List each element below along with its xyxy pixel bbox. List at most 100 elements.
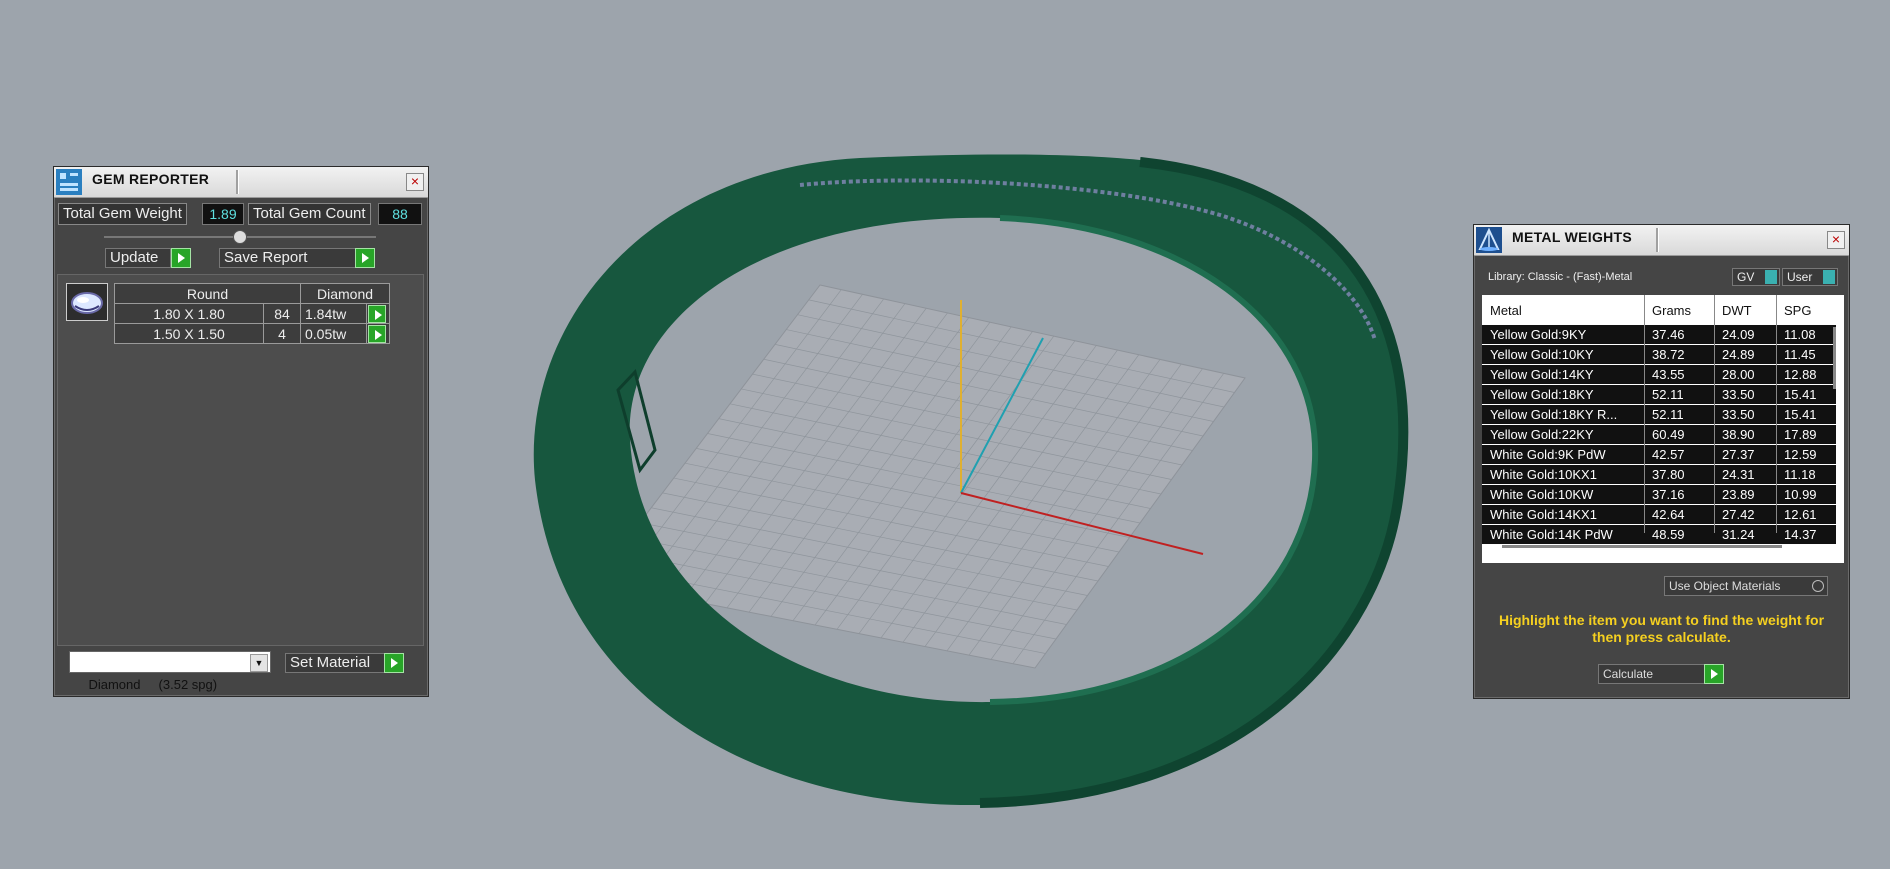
use-object-materials-toggle[interactable]: Use Object Materials [1664,576,1828,596]
metal-dwt: 31.24 [1722,527,1755,542]
metal-dwt: 28.00 [1722,367,1755,382]
table-row[interactable]: White Gold:14KX1 42.64 27.42 12.61 [1482,505,1836,524]
table-row[interactable]: Yellow Gold:18KY 52.11 33.50 15.41 [1482,385,1836,404]
metal-spg: 17.89 [1784,427,1817,442]
metal-dwt: 27.42 [1722,507,1755,522]
column-divider [1644,295,1645,533]
horizontal-scrollbar[interactable] [1502,545,1782,548]
metal-grams: 37.80 [1652,467,1685,482]
metal-grams: 52.11 [1652,407,1684,422]
metal-name: Yellow Gold:14KY [1490,367,1594,382]
user-label: User [1787,270,1813,284]
table-row[interactable]: Yellow Gold:14KY 43.55 28.00 12.88 [1482,365,1836,384]
metal-spg: 12.59 [1784,447,1817,462]
save-report-button[interactable]: Save Report [219,248,357,268]
metal-weights-title: METAL WEIGHTS [1512,229,1633,245]
metal-grams: 42.64 [1652,507,1685,522]
table-row[interactable]: Yellow Gold:9KY 37.46 24.09 11.08 [1482,325,1836,344]
round-gem-icon [71,292,103,314]
metal-weights-table-header: Metal Grams DWT SPG [1482,295,1836,323]
column-header-grams[interactable]: Grams [1652,303,1691,318]
metal-grams: 48.59 [1652,527,1685,542]
table-row[interactable]: Yellow Gold:18KY R... 52.11 33.50 15.41 [1482,405,1836,424]
table-row[interactable]: 1.50 X 1.50 4 0.05tw [114,323,390,344]
chevron-down-icon[interactable]: ▼ [250,654,268,672]
user-toggle[interactable]: User [1782,268,1838,286]
set-material-play-icon[interactable] [384,653,404,673]
metal-name: Yellow Gold:18KY [1490,387,1594,402]
metal-dwt: 27.37 [1722,447,1755,462]
radio-circle-icon[interactable] [1812,580,1824,592]
metal-weights-panel: METAL WEIGHTS × Library: Classic - (Fast… [1473,224,1850,699]
total-gem-count-label: Total Gem Count [248,203,371,225]
metal-spg: 15.41 [1784,387,1817,402]
metal-dwt: 33.50 [1722,387,1755,402]
metal-dwt: 24.09 [1722,327,1755,342]
splitter-knob-icon[interactable] [233,230,247,244]
metal-name: White Gold:10KX1 [1490,467,1597,482]
column-header-spg[interactable]: SPG [1784,303,1811,318]
metal-weights-titlebar[interactable]: METAL WEIGHTS × [1474,225,1849,256]
metal-grams: 37.46 [1652,327,1685,342]
metal-spg: 10.99 [1784,487,1817,502]
update-play-icon[interactable] [171,248,191,268]
gem-reporter-panel: GEM REPORTER × Total Gem Weight 1.89 Tot… [53,166,429,697]
total-gem-weight-value: 1.89 [202,203,244,225]
gem-weight: 1.84tw [299,303,368,324]
metal-grams: 42.57 [1652,447,1685,462]
metal-name: Yellow Gold:9KY [1490,327,1587,342]
metal-dwt: 38.90 [1722,427,1755,442]
gem-table-header-material: Diamond [300,283,390,304]
metal-name: White Gold:14KX1 [1490,507,1597,522]
metal-spg: 15.41 [1784,407,1817,422]
save-report-play-icon[interactable] [355,248,375,268]
metal-name: White Gold:10KW [1490,487,1594,502]
gem-table-header-shape: Round [114,283,301,304]
material-select[interactable]: Diamond (3.52 spg) ▼ [69,651,271,692]
metal-dwt: 33.50 [1722,407,1755,422]
metal-weights-table[interactable]: Metal Grams DWT SPG Yellow Gold:9KY 37.46… [1482,295,1844,563]
calculate-play-icon[interactable] [1704,664,1724,684]
table-row[interactable]: Yellow Gold:22KY 60.49 38.90 17.89 [1482,425,1836,444]
gem-size: 1.50 X 1.50 [114,323,264,344]
close-icon[interactable]: × [406,173,424,191]
table-row[interactable]: White Gold:9K PdW 42.57 27.37 12.59 [1482,445,1836,464]
gem-weight: 0.05tw [299,323,368,344]
titlebar-separator [1656,228,1659,252]
metal-grams: 37.16 [1652,487,1685,502]
metal-grams: 52.11 [1652,387,1684,402]
table-row[interactable]: 1.80 X 1.80 84 1.84tw [114,303,390,324]
gem-size: 1.80 X 1.80 [114,303,264,324]
close-icon[interactable]: × [1827,231,1845,249]
library-label: Library: Classic - (Fast)-Metal [1488,271,1633,283]
vertical-scrollbar[interactable] [1833,327,1836,389]
gv-toggle[interactable]: GV [1732,268,1780,286]
column-header-dwt[interactable]: DWT [1722,303,1752,318]
metal-name: White Gold:14K PdW [1490,527,1613,542]
table-row[interactable]: White Gold:10KX1 37.80 24.31 11.18 [1482,465,1836,484]
calculate-hint: Highlight the item you want to find the … [1498,612,1825,645]
gem-table: Round Diamond 1.80 X 1.80 84 1.84tw 1.50… [114,283,390,344]
table-row[interactable]: Yellow Gold:10KY 38.72 24.89 11.45 [1482,345,1836,364]
gem-thumbnail[interactable] [66,283,108,321]
gem-count: 84 [263,303,301,324]
row-play-icon[interactable] [366,323,390,344]
gem-count: 4 [263,323,301,344]
gem-list-area: Round Diamond 1.80 X 1.80 84 1.84tw 1.50… [57,274,424,646]
calculate-button[interactable]: Calculate [1598,664,1718,684]
update-button[interactable]: Update [105,248,171,268]
gem-reporter-titlebar[interactable]: GEM REPORTER × [54,167,428,198]
row-play-icon[interactable] [366,303,390,324]
metal-spg: 14.37 [1784,527,1817,542]
table-row[interactable]: White Gold:14K PdW 48.59 31.24 14.37 [1482,525,1836,544]
total-gem-weight-label: Total Gem Weight [58,203,187,225]
metal-spg: 12.61 [1784,507,1817,522]
gem-reporter-app-icon [56,169,82,195]
set-material-button[interactable]: Set Material [285,653,390,673]
gv-label: GV [1737,270,1755,284]
total-gem-count-value: 88 [378,203,422,225]
metal-grams: 43.55 [1652,367,1685,382]
table-row[interactable]: White Gold:10KW 37.16 23.89 10.99 [1482,485,1836,504]
column-header-metal[interactable]: Metal [1490,303,1522,318]
metal-grams: 60.49 [1652,427,1685,442]
